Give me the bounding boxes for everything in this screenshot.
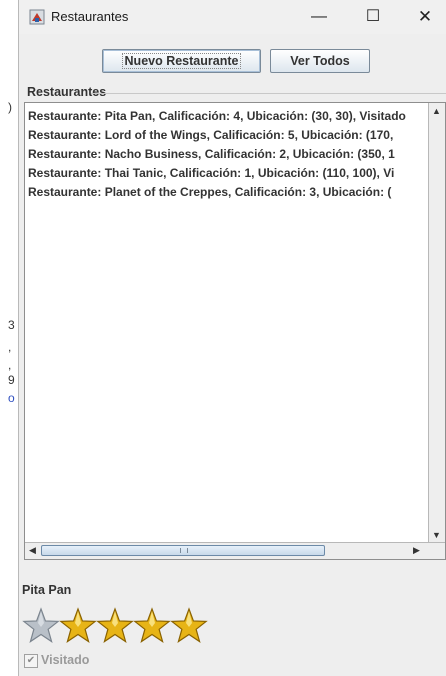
background-text: ,: [8, 340, 12, 354]
star-filled-icon[interactable]: [133, 607, 171, 645]
star-filled-icon[interactable]: [170, 607, 208, 645]
list-item[interactable]: Restaurante: Nacho Business, Calificació…: [28, 147, 395, 161]
view-all-button[interactable]: Ver Todos: [270, 49, 370, 73]
new-restaurant-label: Nuevo Restaurante: [121, 53, 242, 69]
visited-label: Visitado: [41, 653, 90, 667]
list-item[interactable]: Restaurante: Lord of the Wings, Califica…: [28, 128, 393, 142]
background-text: ,: [8, 358, 12, 372]
background-text: o: [8, 391, 15, 405]
scrollbar-corner: [429, 543, 445, 559]
window-title: Restaurantes: [51, 9, 129, 24]
scroll-down-icon[interactable]: ▼: [432, 530, 441, 540]
background-text: 9: [8, 373, 15, 387]
java-app-icon: [29, 9, 45, 25]
restaurant-list[interactable]: Restaurante: Pita Pan, Calificación: 4, …: [24, 102, 446, 560]
star-filled-icon[interactable]: [96, 607, 134, 645]
selected-restaurant-name: Pita Pan: [22, 583, 72, 597]
close-button[interactable]: ✕: [405, 2, 445, 32]
maximize-button[interactable]: ☐: [353, 2, 393, 32]
background-text: 3: [8, 318, 15, 332]
list-item[interactable]: Restaurante: Pita Pan, Calificación: 4, …: [28, 109, 406, 123]
new-restaurant-button[interactable]: Nuevo Restaurante: [102, 49, 261, 73]
grip-icon: [180, 548, 188, 553]
checkmark-icon[interactable]: ✔: [24, 654, 38, 668]
star-filled-icon[interactable]: [59, 607, 97, 645]
scroll-right-icon[interactable]: ▶: [413, 545, 420, 556]
list-item[interactable]: Restaurante: Planet of the Creppes, Cali…: [28, 185, 391, 199]
scroll-up-icon[interactable]: ▲: [432, 106, 441, 116]
restaurantes-window: Restaurantes — ☐ ✕ Nuevo Restaurante Ver…: [18, 0, 446, 676]
background-text: ): [8, 100, 12, 114]
star-empty-icon[interactable]: [22, 607, 60, 645]
title-bar[interactable]: Restaurantes — ☐ ✕: [19, 0, 446, 34]
minimize-button[interactable]: —: [299, 2, 339, 32]
group-divider: [91, 93, 446, 94]
horizontal-scroll-thumb[interactable]: [41, 545, 325, 556]
group-title: Restaurantes: [27, 85, 107, 99]
vertical-scrollbar[interactable]: ▲ ▼: [428, 103, 445, 543]
rating-stars[interactable]: [22, 607, 222, 647]
list-item[interactable]: Restaurante: Thai Tanic, Calificación: 1…: [28, 166, 394, 180]
background-window-edge: ) 3 , , 9 o: [0, 0, 18, 676]
scroll-left-icon[interactable]: ◀: [29, 545, 36, 556]
horizontal-scrollbar[interactable]: ◀ ▶: [25, 542, 445, 559]
